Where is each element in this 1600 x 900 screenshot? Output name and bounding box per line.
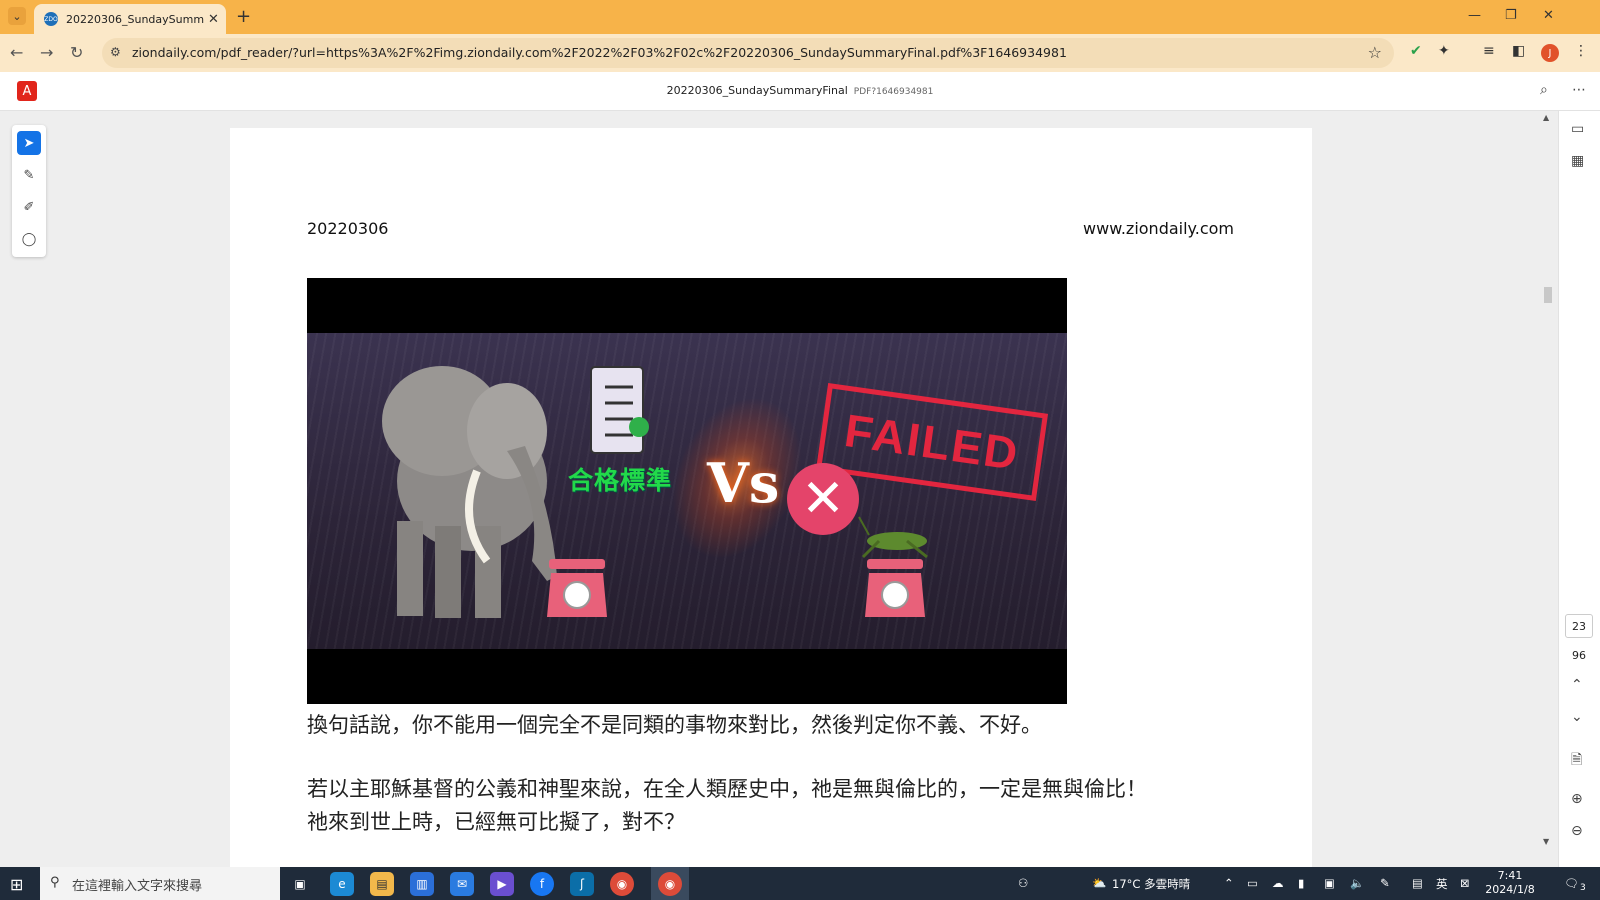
taskbar-search-box[interactable]: ⚲ 在這裡輸入文字來搜尋 [40, 867, 280, 900]
vertical-scrollbar[interactable]: ▲ ▼ [1538, 111, 1558, 867]
browser-menu-icon[interactable]: ⋮ [1574, 43, 1588, 59]
document-title: 20220306_SundaySummaryFinal PDF?164693498… [0, 84, 1600, 97]
more-options-icon[interactable]: ⋯ [1572, 82, 1586, 98]
scale-right-icon [865, 559, 925, 617]
forward-arrow-icon[interactable]: → [40, 43, 53, 62]
draw-pen-icon[interactable]: ✐ [17, 195, 41, 219]
weather-icon[interactable]: ⛅ [1092, 876, 1106, 890]
pdf-page: 20220306 www.ziondaily.com 合格標準 Vs FAILE… [230, 128, 1312, 867]
minimize-icon[interactable]: — [1468, 8, 1481, 23]
media-app-icon[interactable]: ▶ [490, 872, 514, 896]
ime-language[interactable]: 英 [1436, 876, 1448, 892]
new-tab-plus-icon[interactable]: + [236, 6, 251, 27]
windows-start-icon[interactable]: ⊞ [10, 875, 23, 894]
meet-now-icon[interactable]: ▭ [1247, 876, 1258, 890]
search-icon[interactable]: ⌕ [1540, 82, 1548, 98]
taskbar-search-placeholder: 在這裡輸入文字來搜尋 [72, 879, 203, 894]
favicon-icon: ZDO [44, 12, 58, 26]
restore-icon[interactable]: ❐ [1505, 8, 1517, 23]
browser-toolbar: ← → ↻ ⚙ ziondaily.com/pdf_reader/?url=ht… [0, 34, 1600, 72]
people-icon[interactable]: ⚇ [1018, 876, 1028, 890]
search-icon: ⚲ [50, 875, 60, 890]
next-page-chevron-down-icon[interactable]: ⌄ [1571, 709, 1583, 725]
windows-taskbar: ⊞ ⚲ 在這裡輸入文字來搜尋 ▣ e ▤ ▥ ✉ ▶ f ʃ ◉ ◉ ⚇ ⛅ 1… [0, 867, 1600, 900]
file-explorer-icon[interactable]: ▤ [370, 872, 394, 896]
page-header-date: 20220306 [307, 219, 389, 238]
paragraph-2: 若以主耶穌基督的公義和神聖來說，在全人類歷史中，祂是無與倫比的，一定是無與倫比！ [307, 777, 1147, 801]
browser-tab[interactable]: ZDO 20220306_SundaySummaryF ✕ [34, 4, 226, 34]
page-illustration: 合格標準 Vs FAILED ✕ [307, 278, 1067, 704]
ime-mode-icon[interactable]: ⊠ [1460, 876, 1470, 890]
scale-left-icon [547, 559, 607, 617]
tab-title: 20220306_SundaySummaryF [66, 12, 204, 26]
clock-date: 2024/1/8 [1485, 883, 1535, 896]
close-tab-icon[interactable]: ✕ [208, 12, 219, 27]
select-cursor-icon[interactable]: ➤ [17, 131, 41, 155]
illustration-scene: 合格標準 Vs FAILED ✕ [307, 333, 1067, 649]
reload-icon[interactable]: ↻ [70, 43, 83, 62]
url-text[interactable]: ziondaily.com/pdf_reader/?url=https%3A%2… [132, 45, 1067, 60]
scroll-up-arrow-icon[interactable]: ▲ [1543, 113, 1549, 122]
weather-text[interactable]: 17°C 多雲時晴 [1112, 876, 1190, 892]
notification-count: 3 [1580, 883, 1586, 893]
network-icon[interactable]: ▣ [1324, 876, 1335, 890]
scrollbar-thumb[interactable] [1544, 287, 1552, 303]
pdf-viewer: ➤ ✎ ✐ ◯ 20220306 www.ziondaily.com 合格標準 … [0, 111, 1558, 867]
chrome-profile-icon[interactable]: ◉ [658, 872, 682, 896]
lasso-icon[interactable]: ◯ [17, 227, 41, 251]
keyboard-icon[interactable]: ▤ [1412, 876, 1423, 890]
total-pages: 96 [1572, 649, 1586, 662]
mail-icon[interactable]: ✉ [450, 872, 474, 896]
bookmark-star-icon[interactable]: ☆ [1368, 43, 1382, 62]
volume-icon[interactable]: 🔈 [1350, 876, 1364, 890]
facebook-icon[interactable]: f [530, 872, 554, 896]
label-pass-standard: 合格標準 [568, 466, 673, 495]
edge-browser-icon[interactable]: e [330, 872, 354, 896]
tab-search-chevron-icon[interactable]: ⌄ [8, 7, 26, 25]
chrome-icon[interactable]: ◉ [610, 872, 634, 896]
current-page-input[interactable]: 23 [1565, 614, 1593, 638]
side-panel-icon[interactable]: ◧ [1512, 43, 1525, 59]
script-app-icon[interactable]: ʃ [570, 872, 594, 896]
task-view-icon[interactable]: ▣ [288, 872, 312, 896]
browser-tab-strip: ⌄ ZDO 20220306_SundaySummaryF ✕ + — ❐ ✕ [0, 0, 1600, 34]
address-bar[interactable]: ⚙ ziondaily.com/pdf_reader/?url=https%3A… [102, 38, 1394, 68]
clock-time: 7:41 [1497, 869, 1523, 882]
comments-panel-icon[interactable]: ▭ [1571, 121, 1584, 137]
onedrive-cloud-icon[interactable]: ☁ [1272, 876, 1284, 890]
paragraph-1: 換句話說，你不能用一個完全不是同類的事物來對比，然後判定你不義、不好。 [307, 713, 1042, 737]
profile-avatar[interactable]: J [1541, 44, 1559, 62]
add-comment-icon[interactable]: ✎ [17, 163, 41, 187]
close-window-icon[interactable]: ✕ [1543, 8, 1554, 23]
scroll-down-arrow-icon[interactable]: ▼ [1543, 837, 1549, 846]
pen-workspace-icon[interactable]: ✎ [1380, 876, 1390, 890]
paragraph-3: 祂來到世上時，已經無可比擬了，對不？ [307, 810, 685, 834]
battery-icon[interactable]: ▮ [1298, 876, 1304, 890]
extensions-puzzle-icon[interactable]: ✦ [1438, 43, 1450, 59]
zoom-in-icon[interactable]: ⊕ [1571, 791, 1583, 807]
pdf-app-bar: A 20220306_SundaySummaryFinal PDF?1646934… [0, 72, 1600, 111]
media-control-icon[interactable]: ≡ [1483, 43, 1495, 59]
back-arrow-icon[interactable]: ← [10, 43, 23, 62]
zoom-out-icon[interactable]: ⊖ [1571, 823, 1583, 839]
show-hidden-icons-chevron-icon[interactable]: ⌃ [1224, 876, 1234, 890]
site-info-icon[interactable]: ⚙ [110, 45, 121, 59]
right-side-panel: ▭ ▦ 23 96 ⌃ ⌄ 🗎 ⊕ ⊖ [1558, 111, 1600, 867]
store-icon[interactable]: ▥ [410, 872, 434, 896]
previous-page-chevron-up-icon[interactable]: ⌃ [1571, 677, 1583, 693]
vs-label: Vs [707, 451, 780, 515]
taskbar-clock[interactable]: 7:41 2024/1/8 [1484, 869, 1536, 897]
page-info-icon[interactable]: 🗎 [1571, 749, 1582, 773]
document-subtitle: PDF?1646934981 [853, 87, 934, 97]
checklist-icon [590, 366, 649, 454]
notification-icon[interactable]: 🗨 [1564, 876, 1579, 890]
left-toolbar: ➤ ✎ ✐ ◯ [12, 125, 46, 257]
page-header-site: www.ziondaily.com [1083, 219, 1234, 238]
document-name: 20220306_SundaySummaryFinal [666, 84, 848, 97]
thumbnails-grid-icon[interactable]: ▦ [1571, 153, 1584, 169]
extension-check-icon[interactable]: ✔ [1410, 43, 1422, 59]
x-mark-icon: ✕ [787, 463, 859, 535]
